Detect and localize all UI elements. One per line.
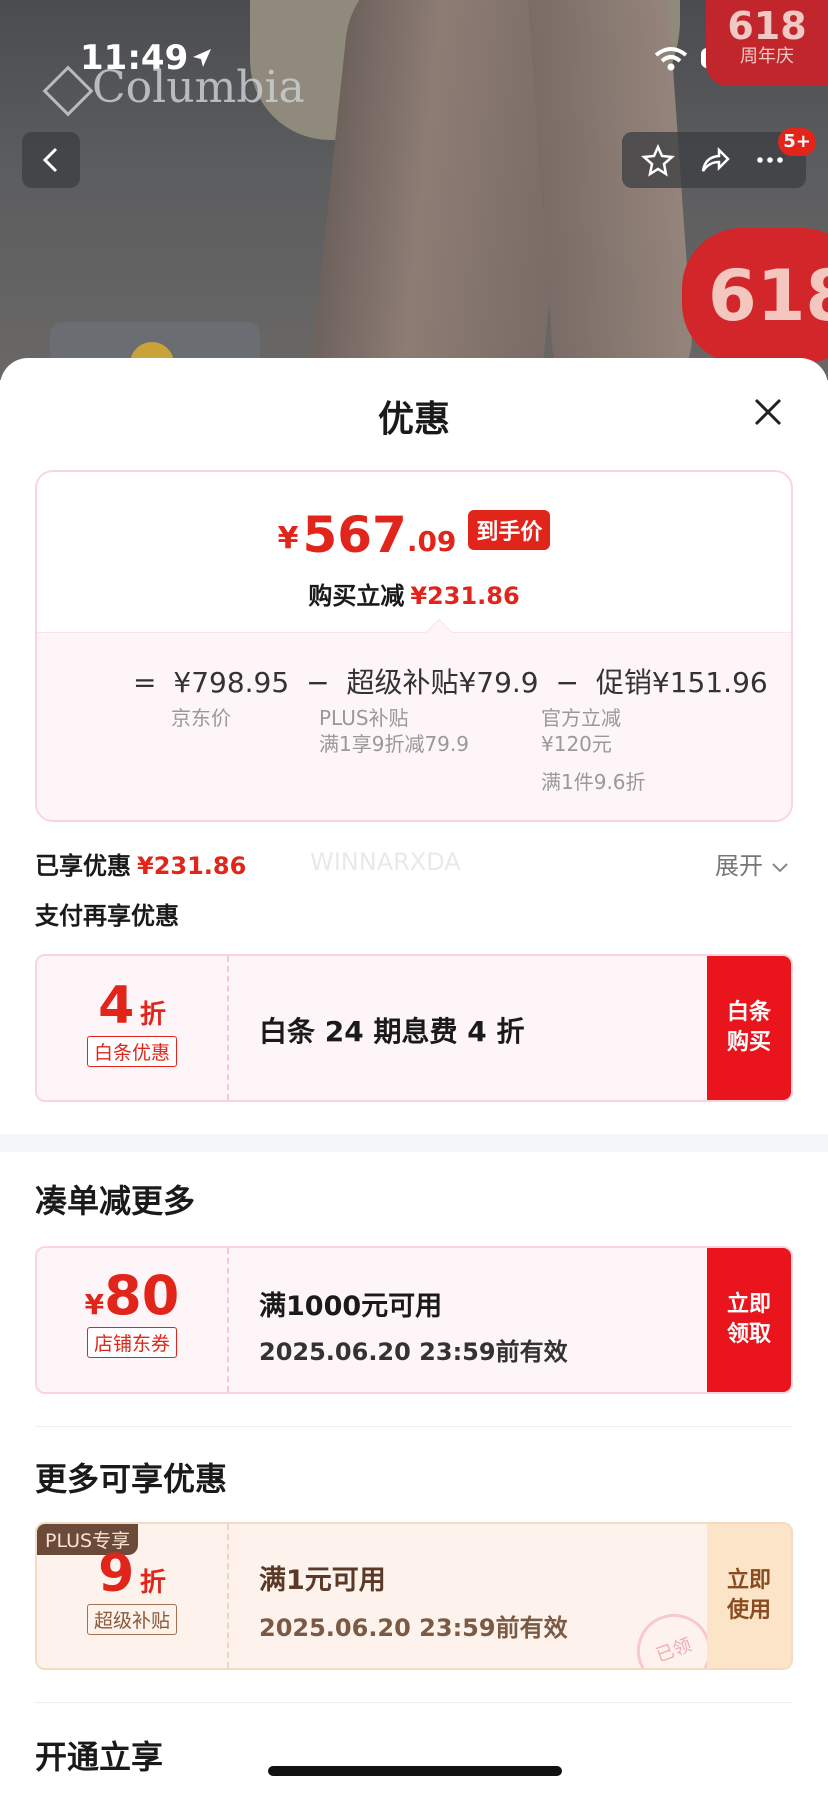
purchase-reduction: 购买立减 ¥231.86 xyxy=(308,582,520,610)
jd-price-label: 京东价 xyxy=(171,706,231,730)
brand-mark-icon xyxy=(42,65,94,116)
home-indicator[interactable] xyxy=(268,1766,562,1776)
star-icon[interactable] xyxy=(641,143,675,177)
store-coupon-validity: 2025.06.20 23:59前有效 xyxy=(259,1338,568,1366)
anniversary-badge: 618 周年庆 xyxy=(706,0,828,86)
plus-coupon-condition: 满1元可用 xyxy=(259,1565,386,1596)
baitiao-text: 白条 24 期息费 4 折 xyxy=(259,1015,525,1048)
close-icon[interactable] xyxy=(750,394,786,430)
store-coupon: ¥80 店铺东券 满1000元可用 2025.06.20 23:59前有效 立即… xyxy=(35,1246,793,1394)
promo-detail: 官方立减 ¥120元 满1件9.6折 xyxy=(541,706,646,794)
sheet-title: 优惠 xyxy=(377,399,450,440)
chevron-left-icon xyxy=(42,147,58,173)
final-price: ¥ 567 .09 到手价 xyxy=(37,472,791,560)
claim-coupon-button[interactable]: 立即 领取 xyxy=(707,1248,791,1392)
baitiao-label: 白条优惠 xyxy=(86,1036,177,1067)
baitiao-buy-button[interactable]: 白条 购买 xyxy=(707,956,791,1100)
section-more-offers: 更多可享优惠 xyxy=(35,1460,228,1498)
final-price-tag: 到手价 xyxy=(468,510,551,550)
super-subsidy-label: 超级补贴 xyxy=(86,1604,177,1635)
share-icon[interactable] xyxy=(697,143,731,177)
wifi-icon xyxy=(654,47,688,71)
store-coupon-condition: 满1000元可用 xyxy=(259,1291,443,1322)
price-breakdown-card: ¥ 567 .09 到手价 购买立减 ¥231.86 = ¥798.95 − 超级… xyxy=(35,470,793,822)
back-button[interactable] xyxy=(22,132,80,188)
plus-coupon: PLUS专享 9 折 超级补贴 满1元可用 2025.06.20 23:59前有… xyxy=(35,1522,793,1670)
discount-sheet: 优惠 ¥ 567 .09 到手价 购买立减 ¥231.86 = ¥798.95 −… xyxy=(0,358,828,1796)
baitiao-coupon: 4 折 白条优惠 白条 24 期息费 4 折 白条 购买 xyxy=(35,954,793,1102)
section-more-deals: 凑单减更多 xyxy=(35,1182,196,1220)
brand-logo: Columbia xyxy=(42,62,305,116)
promo-618-badge: 618 xyxy=(682,228,828,364)
plus-coupon-validity: 2025.06.20 23:59前有效 xyxy=(259,1614,568,1642)
enjoyed-discount: 已享优惠 ¥231.86 xyxy=(35,852,247,880)
use-coupon-button[interactable]: 立即 使用 xyxy=(707,1524,791,1668)
chevron-down-icon xyxy=(771,863,788,873)
store-coupon-label: 店铺东券 xyxy=(86,1327,177,1358)
price-formula: = ¥798.95 − 超级补贴¥79.9 − 促销¥151.96 xyxy=(133,666,768,699)
pay-more-label: 支付再享优惠 xyxy=(35,902,179,930)
section-open-membership: 开通立享 xyxy=(35,1738,164,1776)
subsidy-detail: PLUS补贴 满1享9折减79.9 xyxy=(319,706,469,756)
watermark-text: WINNARXDA xyxy=(310,848,461,876)
expand-button[interactable]: 展开 xyxy=(715,846,789,881)
notification-badge: 5+ xyxy=(778,128,816,156)
